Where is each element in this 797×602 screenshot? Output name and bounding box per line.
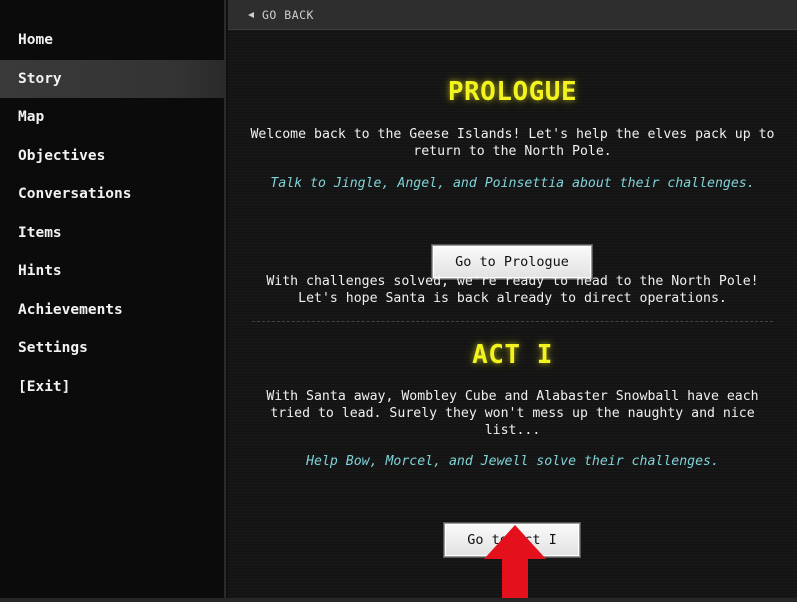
sidebar-item-conversations[interactable]: Conversations <box>0 175 224 214</box>
sidebar-item-settings[interactable]: Settings <box>0 329 224 368</box>
go-back-label: GO BACK <box>262 7 314 22</box>
sidebar-item-objectives[interactable]: Objectives <box>0 137 224 176</box>
prologue-intro-text: Welcome back to the Geese Islands! Let's… <box>250 127 775 159</box>
red-up-arrow-shape <box>484 525 546 600</box>
story-page: Home Story Map Objectives Conversations … <box>0 0 797 602</box>
prologue-hint-text: Talk to Jingle, Angel, and Poinsettia ab… <box>270 176 755 191</box>
prologue-outro-text: With challenges solved, we're ready to h… <box>266 274 759 306</box>
prologue-title: PROLOGUE <box>447 77 578 107</box>
act1-title: ACT I <box>472 340 553 370</box>
triangle-left-icon <box>248 11 254 18</box>
act1-intro-text: With Santa away, Wombley Cube and Alabas… <box>266 389 759 438</box>
sidebar-item-items[interactable]: Items <box>0 214 224 253</box>
sidebar-item-achievements[interactable]: Achievements <box>0 291 224 330</box>
sidebar-nav: Home Story Map Objectives Conversations … <box>0 0 226 598</box>
sidebar-item-map[interactable]: Map <box>0 98 224 137</box>
story-panel: GO BACK PROLOGUE Welcome back to the Gee… <box>228 0 797 598</box>
sidebar-item-home[interactable]: Home <box>0 21 224 60</box>
bottom-edge <box>0 598 797 602</box>
act1-hint-text: Help Bow, Morcel, and Jewell solve their… <box>306 454 719 469</box>
sidebar-item-hints[interactable]: Hints <box>0 252 224 291</box>
sidebar-item-story[interactable]: Story <box>0 59 224 98</box>
go-back-button[interactable]: GO BACK <box>248 8 314 22</box>
sidebar-item-exit[interactable]: [Exit] <box>0 368 224 407</box>
top-bar: GO BACK <box>228 0 797 30</box>
section-divider <box>252 321 773 322</box>
red-up-arrow-icon <box>484 525 546 600</box>
